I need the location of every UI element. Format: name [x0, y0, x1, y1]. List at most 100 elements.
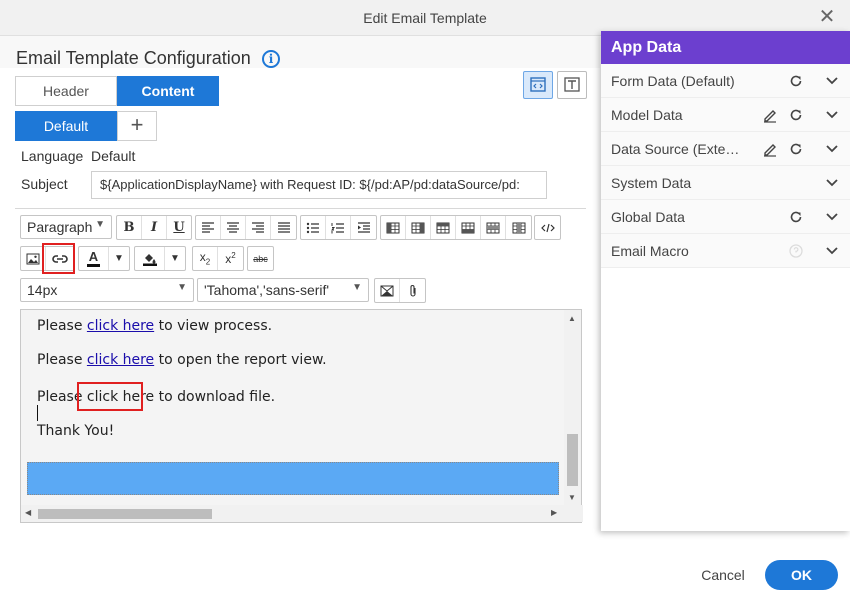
underline-button[interactable]: U [167, 216, 191, 239]
text-cursor [37, 405, 38, 421]
numbered-list-button[interactable] [326, 216, 351, 239]
subscript-button[interactable]: x2 [193, 247, 218, 270]
scroll-up-icon[interactable]: ▲ [568, 314, 576, 323]
indent-button[interactable] [351, 216, 376, 239]
editor-line-thank-you: Thank You! [37, 423, 115, 439]
line-suffix: to download file. [154, 389, 276, 405]
table-insert-column-button[interactable] [381, 216, 406, 239]
strikethrough-button[interactable]: abc [248, 247, 273, 270]
horizontal-scrollbar[interactable]: ◀ ▶ [21, 505, 583, 522]
app-data-item-data-source[interactable]: Data Source (Exter… [601, 132, 850, 166]
code-icon [540, 223, 555, 232]
table-insert-column-right-button[interactable] [406, 216, 431, 239]
subject-input[interactable]: ${ApplicationDisplayName} with Request I… [91, 171, 547, 199]
table-insert-row-button[interactable] [431, 216, 456, 239]
edit-icon[interactable] [761, 106, 779, 124]
table-column-right-icon [411, 222, 425, 233]
align-justify-button[interactable] [271, 216, 296, 239]
scroll-right-icon[interactable]: ▶ [551, 508, 557, 517]
edit-icon[interactable] [761, 140, 779, 158]
tab-content[interactable]: Content [117, 76, 219, 106]
align-right-button[interactable] [246, 216, 271, 239]
language-tab-default[interactable]: Default [15, 111, 117, 141]
chevron-down-icon[interactable] [823, 140, 841, 158]
align-center-button[interactable] [221, 216, 246, 239]
align-left-button[interactable] [196, 216, 221, 239]
subscript-icon: x2 [199, 250, 211, 267]
table-group [380, 215, 532, 240]
info-icon[interactable]: i [262, 50, 280, 68]
table-delete-column-icon [512, 222, 525, 233]
source-code-button[interactable] [535, 216, 560, 239]
align-left-icon [202, 221, 214, 233]
font-color-button[interactable]: A [79, 247, 109, 270]
report-view-link[interactable]: click here [87, 352, 154, 368]
font-color-group: A ▼ [78, 246, 130, 271]
table-delete-row-button[interactable] [481, 216, 506, 239]
align-right-icon [252, 221, 264, 233]
caret-down-icon: ▼ [170, 253, 180, 264]
horizontal-scroll-thumb[interactable] [38, 509, 212, 519]
superscript-button[interactable]: x2 [218, 247, 243, 270]
close-icon[interactable]: ✕ [816, 6, 838, 28]
app-data-item-email-macro[interactable]: Email Macro [601, 234, 850, 268]
italic-button[interactable]: I [142, 216, 167, 239]
chevron-down-icon[interactable] [823, 242, 841, 260]
chevron-down-icon[interactable] [823, 174, 841, 192]
paragraph-format-select[interactable]: Paragraph ▼ [20, 215, 112, 239]
background-color-dropdown[interactable]: ▼ [165, 247, 185, 270]
view-process-link[interactable]: click here [87, 318, 154, 334]
editor-line-view-process: Please click here to view process. [37, 318, 272, 334]
vertical-scroll-thumb[interactable] [567, 434, 578, 486]
insert-template-button[interactable] [375, 279, 400, 302]
app-data-item-label: Form Data (Default) [611, 73, 735, 89]
refresh-icon[interactable] [787, 140, 805, 158]
app-data-item-global-data[interactable]: Global Data [601, 200, 850, 234]
superscript-icon: x2 [225, 251, 236, 266]
email-template-icon [380, 285, 394, 296]
chevron-down-icon[interactable] [823, 106, 841, 124]
refresh-icon[interactable] [787, 72, 805, 90]
list-group [300, 215, 377, 240]
help-icon [787, 242, 805, 260]
tab-header[interactable]: Header [15, 76, 117, 106]
chevron-down-icon[interactable] [823, 208, 841, 226]
scroll-left-icon[interactable]: ◀ [25, 508, 31, 517]
numbered-list-icon [331, 222, 344, 233]
config-title: Email Template Configuration [16, 48, 251, 68]
app-data-item-system-data[interactable]: System Data [601, 166, 850, 200]
chevron-down-icon[interactable] [823, 72, 841, 90]
align-justify-icon [277, 221, 290, 233]
font-family-select[interactable]: 'Tahoma','sans-serif' ▼ [197, 278, 369, 302]
editor-line-download-file: Please click here to download file. [37, 389, 275, 405]
selected-block[interactable] [27, 462, 559, 495]
attachment-button[interactable] [400, 279, 425, 302]
refresh-icon[interactable] [787, 208, 805, 226]
cancel-button[interactable]: Cancel [690, 560, 756, 590]
text-view-button[interactable] [557, 71, 587, 99]
app-data-item-model-data[interactable]: Model Data [601, 98, 850, 132]
code-window-icon [530, 77, 546, 92]
refresh-icon[interactable] [787, 106, 805, 124]
add-language-button[interactable]: + [117, 111, 157, 141]
table-delete-row-icon [486, 222, 500, 233]
scroll-down-icon[interactable]: ▼ [568, 493, 576, 502]
source-view-button[interactable] [523, 71, 553, 99]
chevron-down-icon: ▼ [95, 219, 105, 230]
bullet-list-button[interactable] [301, 216, 326, 239]
language-value: Default [91, 148, 136, 164]
vertical-scrollbar[interactable]: ▲ ▼ [564, 310, 581, 506]
line-suffix: to view process. [154, 318, 273, 334]
rich-text-editor[interactable]: Please click here to view process. Pleas… [20, 309, 583, 523]
app-data-item-form-data[interactable]: Form Data (Default) [601, 64, 850, 98]
table-insert-row-below-button[interactable] [456, 216, 481, 239]
font-color-dropdown[interactable]: ▼ [109, 247, 129, 270]
background-color-button[interactable] [135, 247, 165, 270]
caret-down-icon: ▼ [114, 253, 124, 264]
font-size-select[interactable]: 14px ▼ [20, 278, 194, 302]
ok-button[interactable]: OK [765, 560, 838, 590]
language-tabs: Default + [15, 111, 157, 141]
bold-button[interactable]: B [117, 216, 142, 239]
line-suffix: to open the report view. [154, 352, 327, 368]
table-delete-column-button[interactable] [506, 216, 531, 239]
